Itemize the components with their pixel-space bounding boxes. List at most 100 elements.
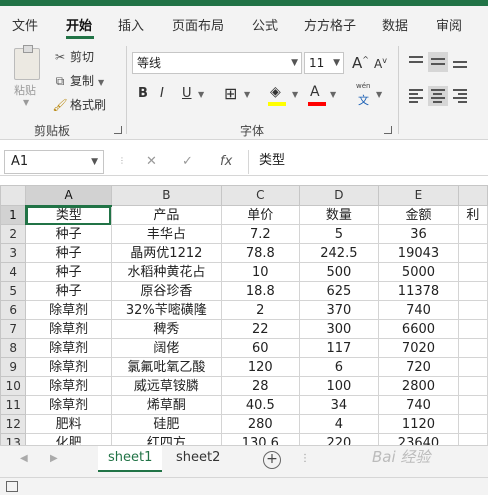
cell[interactable]: 2	[220, 300, 300, 320]
phonetic-icon[interactable]: 文	[358, 92, 369, 108]
cell[interactable]: 利	[457, 205, 488, 225]
scroll-right-icon[interactable]: ▶	[50, 453, 58, 464]
cell[interactable]: 370	[298, 300, 380, 320]
cell[interactable]	[457, 224, 488, 244]
cell[interactable]: 740	[378, 300, 459, 320]
row-header[interactable]: 1	[0, 205, 27, 225]
cell[interactable]: 1120	[378, 414, 459, 434]
cell[interactable]: 60	[220, 338, 300, 358]
cell[interactable]: 4	[298, 414, 380, 434]
cell[interactable]: 除草剂	[25, 357, 112, 377]
font-color-icon[interactable]: A	[310, 84, 320, 100]
cell[interactable]	[457, 414, 488, 434]
chevron-down-icon[interactable]: ▼	[330, 90, 336, 99]
more-icon[interactable]: ⋮	[300, 453, 310, 464]
grow-font-button[interactable]: A^	[352, 54, 369, 72]
font-name-combo[interactable]: 等线 ▼	[132, 52, 302, 74]
cell[interactable]: 130.6	[220, 433, 300, 445]
cell[interactable]: 625	[298, 281, 380, 301]
chevron-down-icon[interactable]: ▼	[292, 90, 298, 99]
column-header[interactable]: E	[378, 185, 459, 206]
cell[interactable]: 丰华占	[110, 224, 222, 244]
cell[interactable]: 硅肥	[110, 414, 222, 434]
cell[interactable]: 种子	[25, 243, 112, 263]
tab-file[interactable]: 文件	[12, 15, 38, 34]
cell-table[interactable]: A B C D E 1 类型 产品 单价 数量 金额利 2 种子 丰华占 7.2 5 36 3 种子 晶两优1212 7…	[0, 185, 488, 445]
row-header[interactable]: 10	[0, 376, 27, 396]
row-header[interactable]: 3	[0, 243, 27, 263]
align-bottom-icon[interactable]	[450, 52, 470, 72]
name-box[interactable]: A1 ▼	[4, 150, 104, 174]
align-middle-icon[interactable]	[428, 52, 448, 72]
tab-data[interactable]: 数据	[382, 15, 408, 34]
cell[interactable]: 117	[298, 338, 380, 358]
column-header[interactable]	[457, 185, 488, 206]
scroll-left-icon[interactable]: ◀	[20, 453, 28, 464]
tab-page-layout[interactable]: 页面布局	[172, 15, 224, 34]
column-header[interactable]: D	[298, 185, 380, 206]
row-header[interactable]: 8	[0, 338, 27, 358]
cell[interactable]: 32%苄嘧磺隆	[110, 300, 222, 320]
row-header[interactable]: 4	[0, 262, 27, 282]
chevron-down-icon[interactable]: ▼	[23, 98, 29, 107]
cell[interactable]	[457, 433, 488, 445]
cell[interactable]: 除草剂	[25, 300, 112, 320]
cell[interactable]: 5000	[378, 262, 459, 282]
row-header[interactable]: 11	[0, 395, 27, 415]
row-header[interactable]: 12	[0, 414, 27, 434]
cell[interactable]: 242.5	[298, 243, 380, 263]
align-top-icon[interactable]	[406, 52, 426, 72]
cut-button[interactable]: ✂ 剪切	[52, 48, 94, 65]
column-header[interactable]: C	[220, 185, 300, 206]
cell[interactable]	[457, 395, 488, 415]
tab-home[interactable]: 开始	[66, 15, 92, 34]
cell[interactable]: 280	[220, 414, 300, 434]
phonetic-label[interactable]: wén	[356, 82, 370, 90]
cell[interactable]: 除草剂	[25, 319, 112, 339]
insert-function-icon[interactable]: fx	[220, 154, 232, 169]
select-all-corner[interactable]	[0, 185, 27, 206]
formula-input[interactable]: 类型	[248, 150, 488, 174]
cell[interactable]	[457, 243, 488, 263]
cell[interactable]: 类型	[25, 205, 112, 225]
cell[interactable]: 6	[298, 357, 380, 377]
cell[interactable]	[457, 262, 488, 282]
cell[interactable]: 120	[220, 357, 300, 377]
cell[interactable]	[457, 319, 488, 339]
row-header[interactable]: 13	[0, 433, 27, 445]
borders-icon[interactable]: ⊞	[224, 84, 237, 103]
cell[interactable]: 7020	[378, 338, 459, 358]
cell[interactable]: 720	[378, 357, 459, 377]
cell[interactable]: 除草剂	[25, 395, 112, 415]
cell[interactable]: 种子	[25, 262, 112, 282]
cell[interactable]: 100	[298, 376, 380, 396]
cell[interactable]: 500	[298, 262, 380, 282]
copy-button[interactable]: ⧉ 复制 ▼	[52, 72, 104, 89]
cell[interactable]: 18.8	[220, 281, 300, 301]
cell[interactable]: 10	[220, 262, 300, 282]
column-header[interactable]: A	[25, 185, 112, 207]
row-header[interactable]: 5	[0, 281, 27, 301]
cell[interactable]: 晶两优1212	[110, 243, 222, 263]
add-sheet-icon[interactable]: +	[263, 451, 281, 469]
row-header[interactable]: 2	[0, 224, 27, 244]
cell[interactable]: 产品	[110, 205, 222, 225]
italic-button[interactable]: I	[160, 86, 164, 101]
font-launcher-icon[interactable]	[384, 126, 392, 134]
cell[interactable]: 除草剂	[25, 376, 112, 396]
cell[interactable]: 种子	[25, 281, 112, 301]
cell[interactable]: 78.8	[220, 243, 300, 263]
cell[interactable]: 数量	[298, 205, 380, 225]
cell[interactable]: 220	[298, 433, 380, 445]
bold-button[interactable]: B	[138, 86, 148, 101]
cell[interactable]: 原谷珍香	[110, 281, 222, 301]
cell[interactable]: 7.2	[220, 224, 300, 244]
align-left-icon[interactable]	[406, 86, 426, 106]
cell[interactable]: 水稻种黄花占	[110, 262, 222, 282]
tab-fangfang[interactable]: 方方格子	[304, 15, 356, 34]
shrink-font-button[interactable]: Av	[374, 56, 387, 71]
chevron-down-icon[interactable]: ▼	[376, 90, 382, 99]
cell[interactable]: 单价	[220, 205, 300, 225]
cell[interactable]	[457, 338, 488, 358]
cell[interactable]: 40.5	[220, 395, 300, 415]
